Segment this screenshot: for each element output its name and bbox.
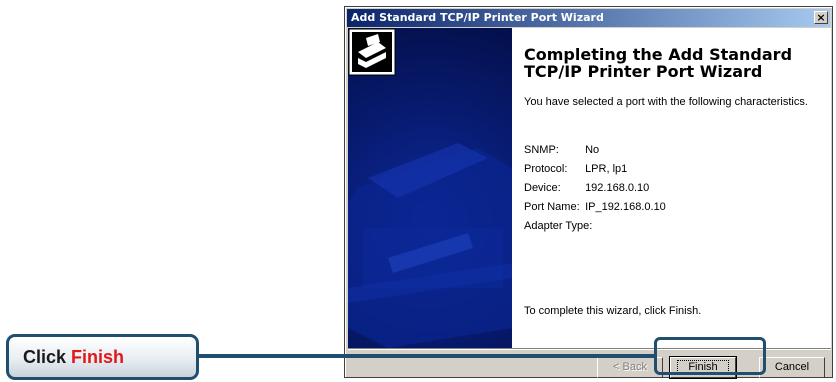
printer-wizard-icon [348,28,396,76]
cancel-button[interactable]: Cancel [759,357,825,378]
printer-illustration [348,143,512,348]
property-label: Protocol: [524,163,568,175]
property-value: 192.168.0.10 [585,182,650,194]
property-row-port-name: Port Name: IP_192.168.0.10 [524,201,666,213]
property-label: Port Name: [524,201,580,213]
finish-instruction: To complete this wizard, click Finish. [524,305,702,317]
property-value: No [585,144,600,156]
wizard-dialog: Add Standard TCP/IP Printer Port Wizard … [344,6,833,379]
callout-prefix: Click [23,347,72,367]
callout-accent: Finish [71,347,125,367]
property-label: Device: [524,182,561,194]
click-finish-callout: Click Finish [6,334,199,380]
title-bar: Add Standard TCP/IP Printer Port Wizard … [347,9,830,27]
close-button[interactable]: × [814,11,828,24]
property-value: LPR, lp1 [585,163,628,175]
wizard-subtext: You have selected a port with the follow… [524,96,808,108]
property-row-device: Device: 192.168.0.10 [524,182,649,194]
property-value: IP_192.168.0.10 [585,201,666,213]
finish-highlight-box [654,337,766,375]
property-label: Adapter Type: [524,220,593,232]
property-row-protocol: Protocol: LPR, lp1 [524,163,627,175]
wizard-heading: Completing the Add Standard TCP/IP Print… [524,45,793,81]
wizard-content: Completing the Add Standard TCP/IP Print… [348,28,831,348]
callout-connector-line [199,354,657,358]
property-row-snmp: SNMP: No [524,144,599,156]
property-row-adapter-type: Adapter Type: [524,220,592,232]
close-icon: × [816,11,826,24]
property-label: SNMP: [524,144,559,156]
window-title: Add Standard TCP/IP Printer Port Wizard [351,11,604,24]
wizard-side-panel [348,28,512,348]
